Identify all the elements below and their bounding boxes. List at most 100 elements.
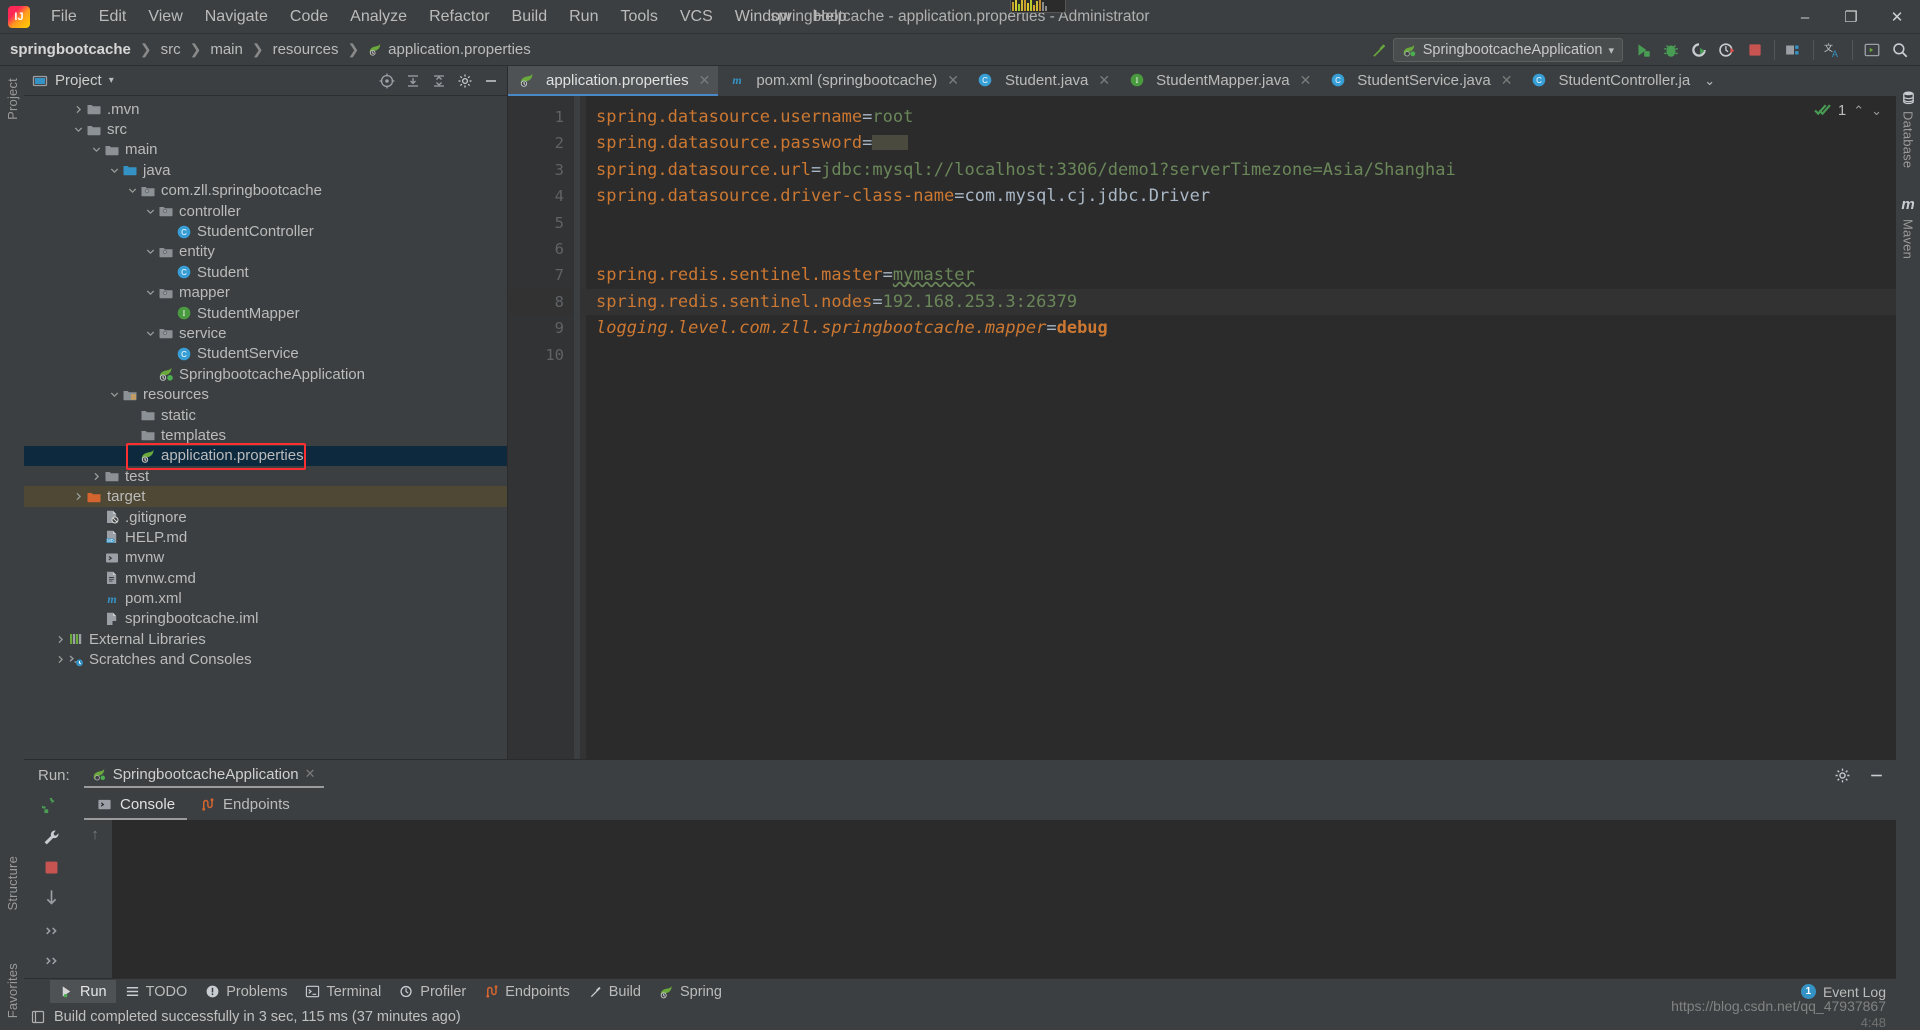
close-icon[interactable]: ✕	[1300, 72, 1312, 89]
breadcrumb-project[interactable]: springbootcache	[10, 41, 131, 58]
tree-item-student[interactable]: C Student	[24, 262, 507, 282]
tree-item-target[interactable]: target	[24, 486, 507, 507]
close-button[interactable]: ✕	[1874, 0, 1920, 34]
menu-vcs[interactable]: VCS	[669, 4, 724, 30]
tree-item-service[interactable]: service	[24, 323, 507, 343]
close-icon[interactable]: ✕	[1098, 72, 1110, 89]
run-window-subtabs[interactable]: Console Endpoints	[78, 790, 1896, 820]
run-window-actions[interactable]	[1830, 763, 1888, 787]
tree-item-mvn[interactable]: .mvn	[24, 99, 507, 119]
menu-tools[interactable]: Tools	[609, 4, 668, 30]
editor-code[interactable]: spring.datasource.username=root spring.da…	[586, 96, 1896, 759]
tool-window-button-profiler[interactable]: Profiler	[390, 980, 475, 1003]
run-subtab-console[interactable]: Console	[84, 790, 188, 820]
code-line[interactable]: logging.level.com.zll.springbootcache.ma…	[586, 315, 1896, 341]
editor-tab-pom-xml-springbootcache[interactable]: m pom.xml (springbootcache) ✕	[718, 66, 967, 96]
settings-gear-icon[interactable]	[1830, 763, 1854, 787]
menu-edit[interactable]: Edit	[88, 4, 138, 30]
collapse-all-icon[interactable]	[427, 69, 451, 93]
close-icon[interactable]: ✕	[699, 72, 711, 89]
chevron-down-icon[interactable]: ⌄	[1871, 103, 1882, 119]
debug-icon[interactable]	[1657, 36, 1685, 64]
project-structure-icon[interactable]	[1780, 36, 1808, 64]
code-line[interactable]: spring.redis.sentinel.nodes=192.168.253.…	[586, 288, 1896, 316]
tool-button-database[interactable]: Database	[1901, 105, 1916, 174]
tree-item-main[interactable]: main	[24, 140, 507, 160]
editor-tab-bar[interactable]: application.properties ✕ m pom.xml (springb…	[508, 66, 1896, 96]
chevron-right-icon[interactable]	[72, 103, 85, 116]
tree-item-src[interactable]: src	[24, 119, 507, 139]
close-icon[interactable]: ✕	[305, 766, 316, 782]
run-configuration-selector[interactable]: SpringbootcacheApplication ▾	[1392, 38, 1623, 62]
main-menu[interactable]: File Edit View Navigate Code Analyze Ref…	[40, 4, 858, 30]
menu-refactor[interactable]: Refactor	[418, 4, 500, 30]
expand-all-icon[interactable]	[401, 69, 425, 93]
tree-item-mvnw-cmd[interactable]: mvnw.cmd	[24, 568, 507, 588]
project-tree[interactable]: .mvn src main java com.zll.springbootcache co…	[24, 96, 507, 759]
hide-icon[interactable]	[1864, 763, 1888, 787]
build-hammer-icon[interactable]	[1365, 36, 1393, 64]
chevron-down-icon[interactable]	[144, 205, 157, 218]
menu-view[interactable]: View	[137, 4, 193, 30]
tree-item-external-libraries[interactable]: External Libraries	[24, 629, 507, 649]
more-icon[interactable]	[38, 918, 64, 944]
breadcrumb-src[interactable]: src	[161, 41, 181, 58]
run-coverage-icon[interactable]	[1685, 36, 1713, 64]
tool-window-button-problems[interactable]: Problems	[196, 980, 296, 1003]
tree-item-static[interactable]: static	[24, 405, 507, 425]
editor-tab-application-properties[interactable]: application.properties ✕	[508, 66, 719, 96]
chevron-right-icon[interactable]	[54, 653, 67, 666]
console-text[interactable]	[112, 820, 1896, 978]
menu-help[interactable]: Help	[803, 4, 858, 30]
expand-icon[interactable]	[38, 948, 64, 974]
database-icon[interactable]	[1901, 90, 1916, 105]
tree-item-mapper[interactable]: mapper	[24, 283, 507, 303]
stop-icon[interactable]	[1741, 36, 1769, 64]
chevron-down-icon[interactable]: ▾	[1608, 44, 1614, 57]
chevron-down-icon[interactable]	[144, 327, 157, 340]
tool-window-button-run[interactable]: Run	[50, 980, 116, 1003]
tree-item-resources[interactable]: resources	[24, 384, 507, 404]
tree-item-scratches-and-consoles[interactable]: Scratches and Consoles	[24, 650, 507, 670]
tree-item-help-md[interactable]: MD HELP.md	[24, 527, 507, 547]
tool-button-favorites[interactable]: Favorites	[5, 957, 20, 1024]
tool-window-button-todo[interactable]: TODO	[116, 980, 197, 1003]
editor-tab-student-java[interactable]: C Student.java ✕	[967, 66, 1118, 96]
tree-item-application-properties[interactable]: application.properties	[24, 445, 507, 467]
tree-item-mvnw[interactable]: mvnw	[24, 548, 507, 568]
breadcrumb-resources[interactable]: resources	[273, 41, 339, 58]
tool-window-button-terminal[interactable]: Terminal	[296, 980, 390, 1003]
tree-item-springbootcache-iml[interactable]: springbootcache.iml	[24, 609, 507, 629]
tree-item-java[interactable]: java	[24, 160, 507, 180]
left-tool-strip[interactable]: Project Structure Favorites	[0, 66, 24, 1030]
menu-run[interactable]: Run	[558, 4, 609, 30]
menu-analyze[interactable]: Analyze	[339, 4, 418, 30]
tree-item-studentmapper[interactable]: I StudentMapper	[24, 303, 507, 323]
chevron-right-icon[interactable]	[54, 633, 67, 646]
restclient-icon[interactable]	[1858, 36, 1886, 64]
run-icon[interactable]	[1629, 36, 1657, 64]
tree-item-studentcontroller[interactable]: C StudentController	[24, 221, 507, 241]
hide-icon[interactable]	[479, 69, 503, 93]
run-window-sidebar[interactable]	[24, 790, 78, 978]
menu-navigate[interactable]: Navigate	[194, 4, 279, 30]
tree-item-com-zll-springbootcache[interactable]: com.zll.springbootcache	[24, 181, 507, 201]
chevron-up-icon[interactable]: ⌃	[1853, 103, 1864, 119]
maximize-button[interactable]: ❐	[1828, 0, 1874, 34]
search-everywhere-icon[interactable]	[1886, 36, 1914, 64]
menu-file[interactable]: File	[40, 4, 88, 30]
profiler-icon[interactable]	[1713, 36, 1741, 64]
tool-button-maven[interactable]: Maven	[1901, 213, 1916, 265]
code-line[interactable]	[586, 342, 1896, 368]
tool-window-button-build[interactable]: Build	[579, 980, 650, 1003]
tree-item-studentservice[interactable]: C StudentService	[24, 344, 507, 364]
tree-item-pom-xml[interactable]: m pom.xml	[24, 588, 507, 608]
down-arrow-icon[interactable]	[38, 884, 64, 910]
code-line[interactable]: spring.datasource.driver-class-name=com.…	[586, 183, 1896, 209]
settings-gear-icon[interactable]	[453, 69, 477, 93]
run-subtab-endpoints[interactable]: Endpoints	[187, 790, 302, 820]
menu-build[interactable]: Build	[501, 4, 559, 30]
editor-tab-studentservice-java[interactable]: C StudentService.java ✕	[1319, 66, 1520, 96]
tool-window-button-spring[interactable]: Spring	[650, 980, 731, 1003]
rerun-icon[interactable]	[38, 794, 64, 820]
